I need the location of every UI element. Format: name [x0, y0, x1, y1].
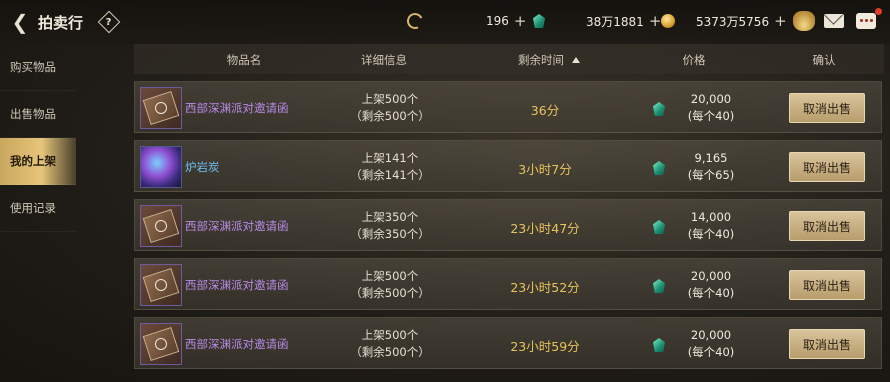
help-label: ?: [106, 16, 112, 28]
currency-1-value: 196: [486, 14, 509, 28]
cancel-sale-button[interactable]: 取消出售: [789, 152, 865, 182]
table-header: 物品名 详细信息 剩余时间 价格 确认: [134, 44, 884, 74]
table-row: 炉岩炭 上架141个 （剩余141个） 3小时7分 9,165 (每个65) 取消出…: [134, 140, 882, 192]
cancel-sale-button[interactable]: 取消出售: [789, 329, 865, 359]
table-row: 西部深渊派对邀请函 上架500个 （剩余500个） 36分 20,000 (每个40…: [134, 81, 882, 133]
back-arrow-icon[interactable]: ❮: [6, 8, 34, 36]
remaining-time: 3小时7分: [518, 162, 572, 177]
price: 20,000 (每个40): [671, 91, 751, 125]
help-icon[interactable]: ?: [97, 10, 121, 34]
header-remaining-time-label: 剩余时间: [518, 53, 564, 67]
listing-detail: 上架350个 （剩余350个）: [335, 209, 445, 243]
sidebar: 购买物品 出售物品 我的上架 使用记录: [0, 44, 76, 382]
invitation-scroll-icon[interactable]: [140, 87, 182, 129]
bag-icon[interactable]: [793, 11, 815, 31]
price-total: 20,000: [690, 92, 732, 106]
remaining-time: 23小时47分: [510, 221, 580, 236]
header-detail: 详细信息: [361, 53, 407, 67]
header-confirm: 确认: [812, 53, 836, 67]
listed-qty: 上架500个: [361, 92, 419, 106]
gem-icon: [653, 279, 665, 293]
page-title: 拍卖行: [38, 13, 84, 32]
price-total: 9,165: [694, 151, 728, 165]
price-total: 20,000: [690, 269, 732, 283]
listed-qty: 上架141个: [361, 151, 419, 165]
table-row: 西部深渊派对邀请函 上架500个 （剩余500个） 23小时59分 20,000 (…: [134, 317, 882, 369]
cancel-sale-button[interactable]: 取消出售: [789, 270, 865, 300]
gem-icon: [653, 338, 665, 352]
price-unit: (每个40): [687, 345, 735, 359]
price: 9,165 (每个65): [671, 150, 751, 184]
sidebar-item-label: 使用记录: [10, 201, 56, 215]
currency-2-plus-button[interactable]: +: [649, 12, 662, 30]
item-name: 西部深渊派对邀请函: [185, 337, 289, 351]
table-row: 西部深渊派对邀请函 上架500个 （剩余500个） 23小时52分 20,000 (…: [134, 258, 882, 310]
sort-up-icon: [572, 57, 580, 63]
currency-2-value: 38万1881: [586, 14, 644, 29]
cancel-sale-button[interactable]: 取消出售: [789, 211, 865, 241]
price-total: 20,000: [690, 328, 732, 342]
listing-detail: 上架141个 （剩余141个）: [335, 150, 445, 184]
remaining-qty: （剩余500个）: [350, 109, 430, 123]
gold-coin-icon: [661, 14, 675, 28]
remaining-time: 36分: [530, 103, 560, 118]
header-price: 价格: [682, 53, 706, 67]
gem-icon: [653, 220, 665, 234]
gem-icon: [653, 102, 665, 116]
currency-2: 38万1881 +: [586, 12, 661, 30]
item-name: 西部深渊派对邀请函: [185, 101, 289, 115]
invitation-scroll-icon[interactable]: [140, 205, 182, 247]
gem-icon-top: [533, 14, 545, 28]
table-row: 西部深渊派对邀请函 上架350个 （剩余350个） 23小时47分 14,000 (…: [134, 199, 882, 251]
listed-qty: 上架500个: [361, 328, 419, 342]
sidebar-item-label: 我的上架: [10, 154, 56, 168]
sidebar-item-history[interactable]: 使用记录: [0, 185, 76, 232]
listed-qty: 上架350个: [361, 210, 419, 224]
item-name: 西部深渊派对邀请函: [185, 219, 289, 233]
lava-coal-orb-icon[interactable]: [140, 146, 182, 188]
currency-3-value: 5373万5756: [696, 14, 770, 29]
price: 20,000 (每个40): [671, 268, 751, 302]
mail-icon[interactable]: [824, 14, 844, 28]
currency-3: 5373万5756 +: [696, 12, 787, 30]
currency-3-plus-button[interactable]: +: [774, 12, 787, 30]
price: 20,000 (每个40): [671, 327, 751, 361]
sidebar-item-label: 购买物品: [10, 60, 56, 74]
currency-1-plus-button[interactable]: +: [514, 12, 527, 30]
sidebar-item-my-listings[interactable]: 我的上架: [0, 138, 76, 185]
sidebar-item-buy[interactable]: 购买物品: [0, 44, 76, 91]
remaining-qty: （剩余350个）: [350, 227, 430, 241]
remaining-time: 23小时52分: [510, 280, 580, 295]
gem-icon: [653, 161, 665, 175]
sidebar-item-label: 出售物品: [10, 107, 56, 121]
listing-detail: 上架500个 （剩余500个）: [335, 327, 445, 361]
remaining-qty: （剩余500个）: [350, 345, 430, 359]
listed-qty: 上架500个: [361, 269, 419, 283]
price-unit: (每个40): [687, 286, 735, 300]
price-total: 14,000: [690, 210, 732, 224]
price: 14,000 (每个40): [671, 209, 751, 243]
price-unit: (每个65): [687, 168, 735, 182]
header-remaining-time[interactable]: 剩余时间: [494, 52, 604, 68]
remaining-qty: （剩余141个）: [350, 168, 430, 182]
chat-icon[interactable]: [856, 8, 882, 29]
item-name: 西部深渊派对邀请函: [185, 278, 289, 292]
listing-detail: 上架500个 （剩余500个）: [335, 91, 445, 125]
sidebar-item-sell[interactable]: 出售物品: [0, 91, 76, 138]
currency-1: 196 +: [486, 12, 526, 30]
price-unit: (每个40): [687, 109, 735, 123]
cancel-sale-button[interactable]: 取消出售: [789, 93, 865, 123]
invitation-scroll-icon[interactable]: [140, 323, 182, 365]
price-unit: (每个40): [687, 227, 735, 241]
invitation-scroll-icon[interactable]: [140, 264, 182, 306]
header-item-name: 物品名: [226, 53, 262, 67]
listing-detail: 上架500个 （剩余500个）: [335, 268, 445, 302]
item-name: 炉岩炭: [185, 160, 220, 174]
remaining-qty: （剩余500个）: [350, 286, 430, 300]
remaining-time: 23小时59分: [510, 339, 580, 354]
